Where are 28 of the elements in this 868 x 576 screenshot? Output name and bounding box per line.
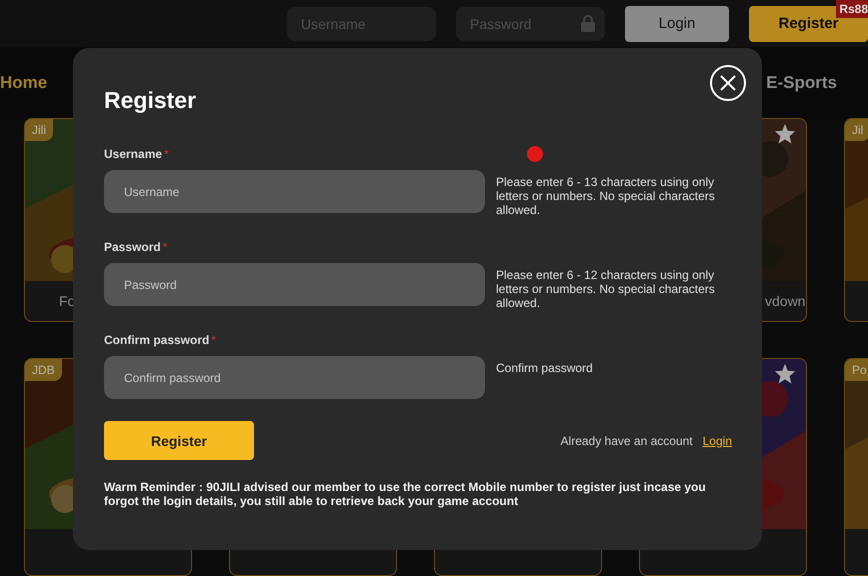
field-label: Confirm password * <box>104 332 216 348</box>
warm-reminder: Warm Reminder : 90JILI advised our member to use the correct Mobile number to register just incase you forgot the login details, you still able to retrieve back your game account <box>104 480 707 508</box>
provider-tag: Jili <box>25 119 53 141</box>
field-hint: Confirm password <box>496 360 594 377</box>
star-icon[interactable] <box>774 123 796 144</box>
field-hint: Please enter 6 - 13 characters using only letters or numbers. No special characters allowed. <box>496 174 716 217</box>
field-hint: Please enter 6 - 12 characters using only letters or numbers. No special characters allowed. <box>496 267 716 310</box>
cursor-dot <box>527 146 543 162</box>
provider-tag: Po <box>845 359 868 381</box>
star-icon[interactable] <box>774 363 796 384</box>
game-name: vdown <box>765 293 806 309</box>
login-button[interactable]: Login <box>625 6 729 42</box>
input-field[interactable]: Username <box>104 170 485 213</box>
login-link[interactable]: Login <box>702 434 732 448</box>
field-label: Username * <box>104 146 169 162</box>
balance-badge: Rs88 <box>836 0 868 18</box>
close-icon[interactable] <box>709 64 747 102</box>
dialog-title: Register <box>104 86 198 114</box>
provider-tag: JDB <box>25 359 62 381</box>
register-button[interactable]: Register <box>104 421 254 460</box>
nav-tab[interactable]: Home <box>0 72 48 92</box>
field-label: Password * <box>104 239 168 255</box>
provider-tag: Jil <box>845 119 868 141</box>
lock-icon <box>581 14 595 32</box>
account-prompt: Already have an account <box>560 434 693 448</box>
nav-tab[interactable]: E-Sports <box>766 72 837 92</box>
input-field[interactable]: Password <box>104 263 485 306</box>
input-field[interactable]: Confirm password <box>104 356 485 399</box>
